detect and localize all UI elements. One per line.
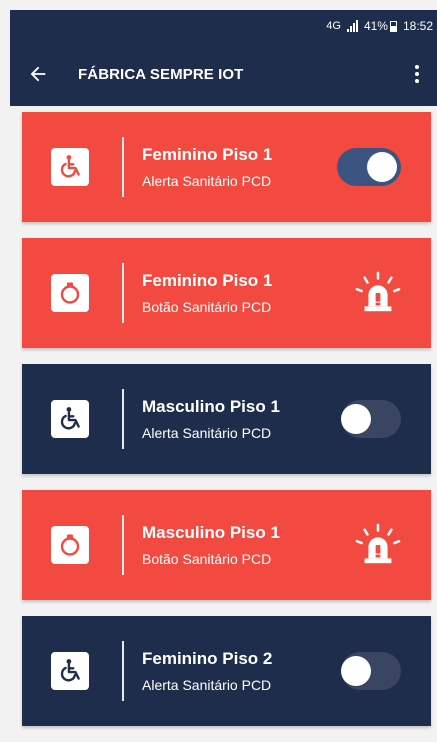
- siren-button[interactable]: [355, 270, 401, 316]
- sensor-card[interactable]: Feminino Piso 2 Alerta Sanitário PCD: [22, 616, 431, 726]
- card-title: Feminino Piso 1: [142, 271, 273, 290]
- sensor-type-icon-box: [51, 526, 89, 564]
- sensor-card[interactable]: Masculino Piso 1 Alerta Sanitário PCD: [22, 364, 431, 474]
- card-subtitle: Alerta Sanitário PCD: [142, 173, 272, 189]
- card-divider: [122, 137, 124, 197]
- sensor-card[interactable]: Feminino Piso 1 Alerta Sanitário PCD: [22, 112, 431, 222]
- status-bar: 4G 41% 18:52: [10, 10, 437, 42]
- wheelchair-icon: [60, 155, 80, 178]
- toggle-knob: [341, 404, 371, 434]
- toggle-wrap: [341, 652, 401, 690]
- card-subtitle: Alerta Sanitário PCD: [142, 425, 272, 441]
- battery-indicator: 41%: [364, 19, 397, 33]
- card-title: Feminino Piso 1: [142, 145, 273, 164]
- app-bar: FÁBRICA SEMPRE IOT: [10, 42, 437, 106]
- clock: 18:52: [402, 19, 433, 33]
- sensor-type-icon-box: [51, 274, 89, 312]
- alert-toggle[interactable]: [341, 400, 401, 438]
- back-button[interactable]: [10, 42, 66, 106]
- card-subtitle: Botão Sanitário PCD: [142, 299, 272, 315]
- card-title: Masculino Piso 1: [142, 523, 280, 542]
- sensor-card[interactable]: Masculino Piso 1 Botão Sanitário PCD: [22, 490, 431, 600]
- card-text: Feminino Piso 1 Botão Sanitário PCD: [142, 271, 272, 315]
- card-divider: [122, 389, 124, 449]
- card-divider: [122, 263, 124, 323]
- sensor-type-icon-box: [51, 148, 89, 186]
- toggle-knob: [341, 656, 371, 686]
- card-text: Masculino Piso 1 Alerta Sanitário PCD: [142, 397, 280, 441]
- more-vert-icon: [415, 65, 419, 69]
- alert-toggle[interactable]: [337, 148, 401, 186]
- siren-button[interactable]: [355, 522, 401, 568]
- arrow-left-icon: [30, 66, 46, 82]
- card-subtitle: Botão Sanitário PCD: [142, 551, 272, 567]
- siren-icon: [355, 523, 401, 564]
- card-title: Feminino Piso 2: [142, 649, 273, 668]
- alert-toggle[interactable]: [341, 652, 401, 690]
- page-title: FÁBRICA SEMPRE IOT: [78, 65, 244, 83]
- more-menu-button[interactable]: [397, 42, 437, 106]
- sensor-list: Feminino Piso 1 Alerta Sanitário PCD Fem…: [22, 112, 431, 742]
- card-text: Feminino Piso 1 Alerta Sanitário PCD: [142, 145, 272, 189]
- card-subtitle: Alerta Sanitário PCD: [142, 677, 272, 693]
- card-title: Masculino Piso 1: [142, 397, 280, 416]
- battery-level: 41%: [363, 19, 388, 33]
- card-divider: [122, 515, 124, 575]
- sensor-card[interactable]: Feminino Piso 1 Botão Sanitário PCD: [22, 238, 431, 348]
- card-text: Masculino Piso 1 Botão Sanitário PCD: [142, 523, 280, 567]
- wheelchair-icon: [60, 407, 80, 430]
- signal-icon: [346, 20, 358, 32]
- toggle-wrap: [341, 400, 401, 438]
- panic-button-icon: [60, 534, 80, 556]
- sensor-type-icon-box: [51, 652, 89, 690]
- sensor-type-icon-box: [51, 400, 89, 438]
- network-type: 4G: [326, 20, 341, 32]
- panic-button-icon: [60, 282, 80, 304]
- card-text: Feminino Piso 2 Alerta Sanitário PCD: [142, 649, 272, 693]
- battery-icon: [389, 20, 397, 32]
- toggle-knob: [367, 152, 397, 182]
- siren-icon: [355, 271, 401, 312]
- card-divider: [122, 641, 124, 701]
- toggle-wrap: [337, 148, 401, 186]
- wheelchair-icon: [60, 659, 80, 682]
